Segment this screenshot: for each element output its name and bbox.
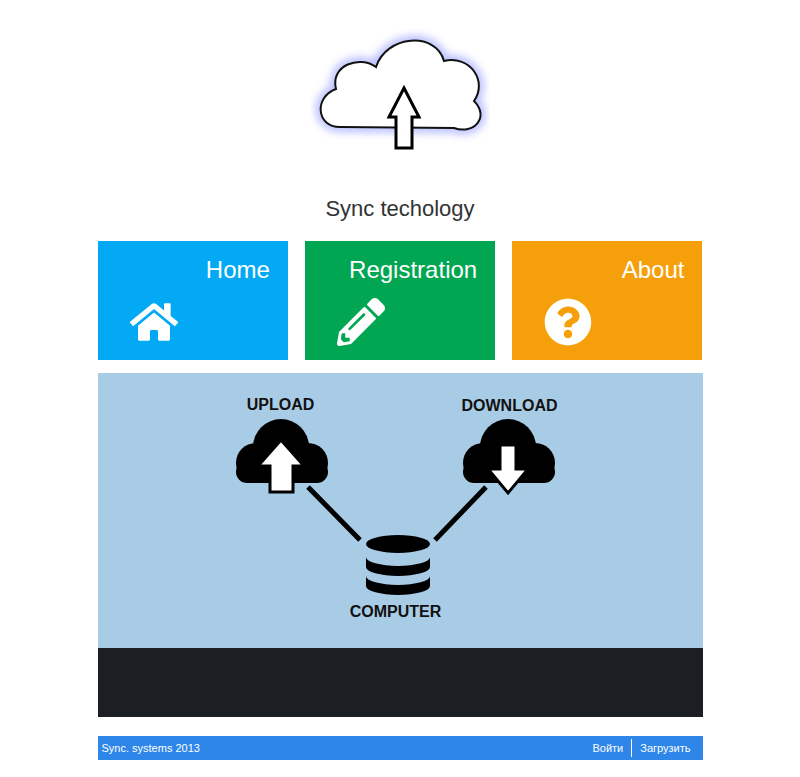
tile-label: Home bbox=[206, 255, 270, 285]
copyright: Sync. systems 2013 bbox=[102, 742, 200, 754]
download-label: DOWNLOAD bbox=[462, 396, 558, 416]
footer-links: ВойтиЗагрузить bbox=[584, 739, 698, 757]
home-glyph-icon bbox=[130, 298, 178, 346]
header: Sync techology bbox=[98, 25, 703, 223]
connector-line bbox=[435, 487, 486, 540]
download-arrow-icon bbox=[488, 445, 528, 493]
database-icon bbox=[366, 535, 430, 595]
home-icon bbox=[130, 296, 182, 348]
dark-band bbox=[98, 648, 703, 717]
footer-link[interactable]: Загрузить bbox=[631, 739, 698, 757]
upload-arrow-icon bbox=[258, 440, 304, 492]
edit-glyph-icon bbox=[337, 298, 385, 346]
page: Sync techology Home Registration About UPLOA… bbox=[98, 0, 703, 760]
computer-label: COMPUTER bbox=[350, 602, 442, 622]
connector-line bbox=[308, 487, 360, 540]
tile-menu: Home Registration About bbox=[98, 241, 703, 360]
tile-label: Registration bbox=[349, 255, 477, 285]
menu-tile[interactable]: About bbox=[512, 241, 702, 360]
menu-tile[interactable]: Home bbox=[98, 241, 288, 360]
site-title: Sync techology bbox=[325, 195, 474, 223]
sync-diagram: UPLOAD DOWNLOAD COMPUTER bbox=[98, 373, 703, 648]
cloud-upload-logo-icon bbox=[310, 25, 490, 155]
footer: Sync. systems 2013 ВойтиЗагрузить bbox=[98, 736, 703, 760]
upload-label: UPLOAD bbox=[247, 395, 315, 415]
footer-link[interactable]: Войти bbox=[584, 739, 631, 757]
edit-icon bbox=[337, 296, 389, 348]
tile-label: About bbox=[622, 255, 685, 285]
menu-tile[interactable]: Registration bbox=[305, 241, 495, 360]
help-icon bbox=[544, 296, 596, 348]
help-glyph-icon bbox=[544, 298, 592, 346]
